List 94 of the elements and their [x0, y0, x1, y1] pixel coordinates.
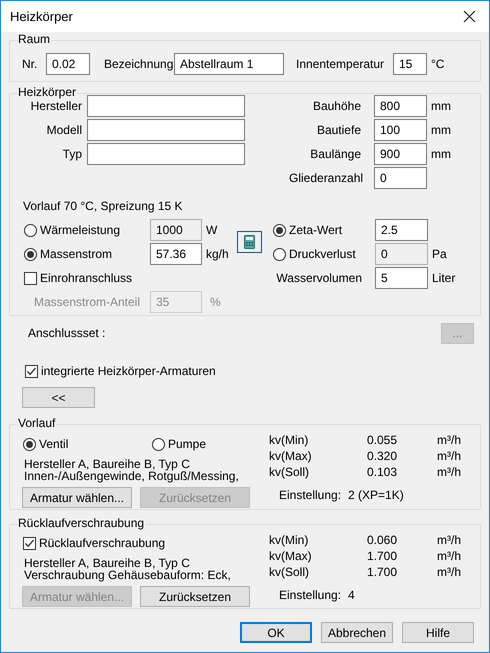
input-field[interactable]: 0.02: [46, 53, 90, 75]
radio-label[interactable]: Wärmeleistung: [40, 221, 120, 239]
field-label: Wasservolumen: [275, 270, 363, 287]
field-label: Bauhöhe: [312, 98, 361, 115]
unit-label: m³/h: [437, 532, 461, 549]
description-text: Innen-/Außengewinde, Rotguß/Messing,: [24, 470, 240, 482]
close-icon[interactable]: [463, 10, 476, 23]
button[interactable]: OK: [240, 622, 312, 643]
radio-button[interactable]: [24, 248, 37, 260]
kv-value: 0.060: [366, 532, 397, 549]
input-field[interactable]: 15: [393, 53, 427, 75]
button[interactable]: Armatur wählen...: [22, 487, 132, 508]
input-field[interactable]: [87, 95, 245, 117]
input-field[interactable]: 2.5: [375, 219, 428, 241]
radio-button[interactable]: [23, 438, 36, 450]
setting-value: 2 (XP=1K): [348, 487, 404, 504]
button[interactable]: <<: [22, 387, 95, 408]
kv-label: kv(Soll): [269, 564, 310, 581]
button[interactable]: Hilfe: [402, 622, 474, 643]
field-label: Modell: [46, 122, 82, 139]
description-text: Hersteller A, Baureihe B, Typ C: [24, 458, 191, 470]
field-label: Innentemperatur: [296, 56, 386, 73]
kv-value: 0.103: [366, 464, 397, 481]
checkbox[interactable]: [24, 272, 37, 284]
input-field[interactable]: 800: [374, 95, 427, 117]
group-title: Rücklaufverschraubung: [17, 516, 146, 531]
window-title: Heizkörper: [10, 8, 73, 26]
calculator-icon: [244, 235, 255, 249]
description-text: Verschraubung Gehäusebauform: Eck,: [24, 569, 232, 581]
input-field[interactable]: [87, 143, 245, 165]
input-field[interactable]: Abstellraum 1: [174, 53, 284, 75]
radio-label[interactable]: Pumpe: [168, 435, 206, 453]
field-label: Baulänge: [309, 146, 361, 163]
field-label: Typ: [62, 146, 82, 163]
field-label: Bautiefe: [316, 122, 361, 139]
unit-label: m³/h: [437, 548, 461, 565]
unit-label: m³/h: [437, 564, 461, 581]
kv-label: kv(Soll): [269, 464, 310, 481]
kv-value: 0.320: [366, 448, 397, 465]
calculator-button[interactable]: [237, 231, 262, 253]
input-field[interactable]: 0: [375, 243, 428, 265]
field-label: Nr.: [22, 56, 38, 73]
checkbox-label[interactable]: Rücklaufverschraubung: [39, 534, 166, 552]
input-field[interactable]: 100: [374, 119, 427, 141]
kv-value: 0.055: [366, 432, 397, 449]
field-label: Einstellung:: [279, 487, 342, 504]
checkbox-label[interactable]: Einrohranschluss: [40, 269, 132, 287]
unit-label: mm: [431, 98, 451, 115]
radio-button[interactable]: [273, 248, 286, 260]
checkbox[interactable]: [25, 364, 38, 378]
input-field[interactable]: 900: [374, 143, 427, 165]
radio-button[interactable]: [152, 438, 165, 450]
description-text: Hersteller A, Baureihe B, Typ C: [24, 557, 191, 569]
unit-label: W: [205, 222, 218, 239]
unit-label: °C: [431, 56, 444, 73]
unit-label: Liter: [431, 270, 456, 287]
unit-label: m³/h: [437, 464, 461, 481]
unit-label: Pa: [431, 246, 448, 263]
unit-label: mm: [431, 122, 451, 139]
radio-label[interactable]: Ventil: [39, 435, 68, 453]
button[interactable]: Abbrechen: [321, 622, 393, 643]
field-label: Massenstrom-Anteil: [32, 294, 141, 311]
field-label: Bezeichnung: [104, 56, 174, 73]
input-field[interactable]: 57.36: [150, 243, 202, 265]
field-label: Gliederanzahl: [289, 170, 361, 187]
unit-label: m³/h: [437, 432, 461, 449]
info-text: Vorlauf 70 °C, Spreizung 15 K: [22, 198, 184, 214]
checkbox[interactable]: [23, 536, 36, 550]
radio-label[interactable]: Druckverlust: [289, 245, 356, 263]
radio-label[interactable]: Massenstrom: [40, 245, 112, 263]
kv-label: kv(Max): [269, 548, 313, 565]
unit-label: mm: [431, 146, 451, 163]
kv-value: 1.700: [366, 564, 397, 581]
radio-button[interactable]: [24, 224, 37, 236]
kv-label: kv(Min): [269, 432, 310, 449]
radio-button[interactable]: [273, 224, 286, 236]
input-field[interactable]: 1000: [150, 219, 202, 241]
unit-label: %: [209, 294, 222, 311]
unit-label: kg/h: [205, 246, 230, 263]
kv-label: kv(Min): [269, 532, 310, 549]
kv-label: kv(Max): [269, 448, 313, 465]
input-field[interactable]: [87, 119, 245, 141]
setting-value: 4: [348, 587, 355, 604]
unit-label: m³/h: [437, 448, 461, 465]
radio-label[interactable]: Zeta-Wert: [289, 221, 342, 239]
field-label: Hersteller: [30, 98, 82, 115]
checkbox-label[interactable]: integrierte Heizkörper-Armaturen: [41, 362, 216, 380]
field-label: Einstellung:: [279, 587, 342, 604]
kv-value: 1.700: [366, 548, 397, 565]
input-field[interactable]: 5: [375, 267, 428, 289]
field-label: Anschlussset :: [28, 325, 106, 342]
button[interactable]: Zurücksetzen: [140, 586, 250, 607]
group-title: Heizkörper: [17, 85, 78, 100]
input-field[interactable]: 0: [374, 167, 427, 189]
